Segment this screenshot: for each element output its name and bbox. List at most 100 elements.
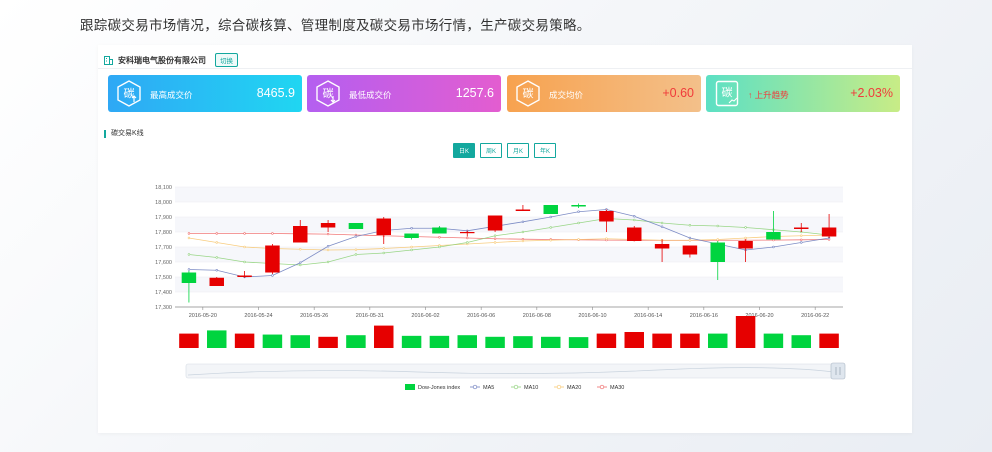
ma10-point (438, 245, 441, 249)
legend-label: Dow-Jones index (418, 385, 460, 391)
ma5-point (187, 268, 191, 271)
candle-body (376, 218, 391, 235)
ma30-point (466, 236, 469, 240)
candle-body (348, 223, 364, 229)
zoom-slider-handle (830, 362, 846, 380)
candle-body (654, 244, 670, 249)
y-tick-label: 17,600 (155, 260, 172, 266)
candle-body (181, 272, 197, 283)
y-tick-label: 17,700 (155, 245, 172, 251)
grid-band (175, 217, 843, 232)
volume-bar (290, 335, 310, 348)
volume-bar (652, 333, 672, 348)
ma10-point (187, 253, 191, 256)
volume-bar (346, 335, 366, 348)
x-tick-label: 2016-06-14 (634, 313, 662, 319)
ma30-point (187, 232, 191, 235)
candle-body (710, 242, 725, 262)
legend-swatch-dot (599, 384, 605, 390)
volume-bar (541, 336, 561, 348)
ma20-point (326, 248, 330, 252)
x-tick-label: 2016-05-20 (189, 313, 217, 319)
volume-bar (513, 336, 533, 348)
candle-body (599, 211, 614, 222)
ma20-point (800, 234, 803, 237)
ma5-point (410, 227, 413, 230)
ma10-point (326, 260, 330, 264)
candle-body (404, 233, 419, 238)
ma10-point (521, 230, 525, 234)
y-tick-label: 18,100 (155, 185, 172, 191)
dashboard-panel: 安科瑞电气股份有限公司 切换 碳 最高成交价 8465.9 碳 最低成交价 12… (98, 45, 912, 433)
legend-label: MA30 (610, 385, 624, 391)
ma20-point (605, 237, 608, 240)
ma10-point (716, 224, 719, 228)
candle (627, 226, 642, 241)
ma5-point (354, 235, 358, 238)
ma5-point (549, 215, 552, 219)
ma30-point (215, 232, 218, 235)
grid-band (175, 187, 843, 202)
y-tick-label: 18,000 (155, 200, 172, 206)
ma10-point (633, 218, 636, 222)
ma5-point (577, 210, 580, 213)
ma20-point (577, 238, 580, 241)
ma30-point (493, 237, 497, 240)
x-tick-label: 2016-05-26 (300, 313, 328, 319)
ma10-point (660, 221, 664, 225)
candle-body (209, 277, 224, 286)
volume-bar (401, 335, 422, 348)
volume-bar (318, 336, 338, 348)
candle-body (237, 275, 252, 277)
volume-bar (819, 333, 839, 348)
ma30-point (800, 238, 803, 242)
legend-label: MA20 (567, 385, 581, 391)
kline-chart: 17,300 17,400 17,500 17,600 17,700 17,800 17,9… (155, 185, 846, 391)
candle-body (682, 245, 698, 255)
volume-bar (624, 332, 644, 348)
grid-band (175, 277, 843, 292)
ma5-point (688, 236, 692, 240)
candle (543, 205, 558, 214)
candle-body (487, 215, 503, 231)
ma20-point (187, 236, 191, 240)
x-tick-label: 2016-06-06 (467, 313, 495, 319)
candle-body (794, 227, 809, 229)
candle (376, 217, 391, 244)
volume-bar (596, 333, 617, 348)
legend-swatch-index (405, 384, 415, 390)
volume-bar (568, 337, 589, 348)
legend-label: MA10 (524, 385, 538, 391)
volume-bar (735, 316, 756, 348)
x-tick-label: 2016-05-31 (356, 313, 384, 319)
volume-bar (262, 334, 283, 348)
ma20-point (410, 245, 413, 249)
volume-bar (485, 336, 505, 348)
ma10-point (299, 263, 302, 267)
ma30-point (326, 232, 330, 236)
ma10-point (577, 221, 580, 225)
candle-body (515, 209, 531, 211)
volume-bar (374, 325, 394, 348)
volume-bar (791, 335, 811, 348)
candle-body (432, 227, 447, 234)
volume-bar (234, 333, 255, 348)
candle (710, 241, 725, 280)
y-tick-label: 17,500 (155, 275, 172, 281)
ma10-point (688, 224, 692, 227)
volume-bar (708, 333, 728, 348)
volume-bar (457, 335, 477, 348)
legend-label: MA5 (483, 385, 494, 391)
candle (265, 244, 280, 274)
y-tick-label: 17,800 (155, 230, 172, 236)
candle (237, 271, 252, 278)
candle-body (543, 205, 558, 214)
ma5-point (800, 241, 803, 244)
ma30-line (188, 233, 830, 241)
volume-bar (429, 335, 450, 348)
ma10-point (744, 226, 747, 229)
ma20-point (549, 239, 552, 242)
ma5-point (215, 269, 218, 272)
candle (404, 233, 419, 240)
ma20-point (716, 238, 719, 241)
